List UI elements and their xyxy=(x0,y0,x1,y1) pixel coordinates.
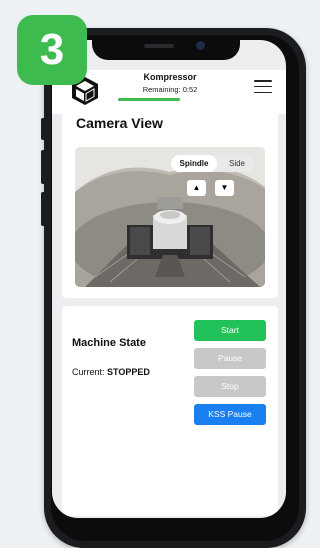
machine-current-state: Current: STOPPED xyxy=(72,367,150,377)
front-camera-icon xyxy=(196,41,205,50)
machine-state-title: Machine State xyxy=(72,337,146,349)
phone-side-button xyxy=(41,118,45,140)
camera-view-toggle[interactable]: Spindle Side xyxy=(171,155,255,172)
toggle-spindle[interactable]: Spindle xyxy=(171,155,217,172)
phone-side-button xyxy=(41,150,45,184)
remaining-time: Remaining: 0:52 xyxy=(142,85,198,94)
camera-down-button[interactable]: ▼ xyxy=(215,180,234,196)
job-title: Kompressor xyxy=(143,72,197,82)
start-button[interactable]: Start xyxy=(194,320,266,341)
hamburger-menu-icon[interactable] xyxy=(254,80,272,94)
toggle-side[interactable]: Side xyxy=(219,155,255,172)
camera-up-button[interactable]: ▲ xyxy=(187,180,206,196)
pause-button[interactable]: Pause xyxy=(194,348,266,369)
phone-side-button xyxy=(41,192,45,226)
speaker-icon xyxy=(144,44,174,48)
camera-view-title: Camera View xyxy=(76,115,163,131)
current-label: Current: xyxy=(72,367,105,377)
phone-notch xyxy=(92,36,240,60)
job-progress-bar xyxy=(118,98,180,101)
stop-button[interactable]: Stop xyxy=(194,376,266,397)
app-header: Kompressor Remaining: 0:52 xyxy=(52,70,286,114)
step-number-badge: 3 xyxy=(17,15,87,85)
phone-screen: Kompressor Remaining: 0:52 Camera View S… xyxy=(52,40,286,518)
kss-pause-button[interactable]: KSS Pause xyxy=(194,404,266,425)
current-state-value: STOPPED xyxy=(107,367,150,377)
